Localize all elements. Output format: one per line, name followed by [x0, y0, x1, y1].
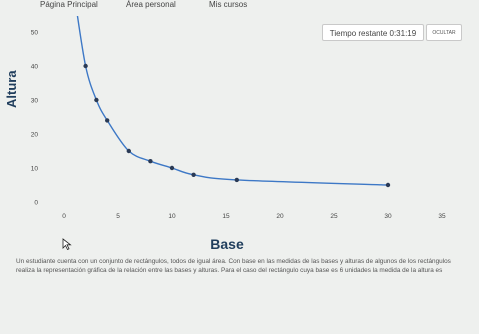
data-point: [105, 118, 110, 123]
x-tick-label: 15: [222, 213, 230, 220]
altura-base-chart: 0 5 10 15 20 25 30 35 0 10 20 30 40 50: [31, 16, 446, 220]
y-tick-label: 0: [34, 200, 38, 207]
data-point: [234, 177, 239, 183]
y-tick-label: 40: [31, 64, 39, 71]
x-axis-title: Base: [210, 236, 244, 252]
y-tick-label: 50: [31, 30, 39, 37]
y-tick-label: 30: [31, 98, 39, 105]
problem-text: Un estudiante cuenta con un conjunto de …: [16, 258, 451, 274]
data-point: [126, 148, 131, 154]
data-point: [94, 97, 99, 103]
data-point: [83, 63, 88, 69]
footer-faded-text: [34, 322, 74, 328]
x-tick-label: 5: [116, 213, 120, 220]
x-tick-label: 10: [168, 213, 176, 220]
x-tick-label: 20: [276, 213, 284, 220]
x-tick-label: 35: [438, 213, 446, 220]
series-line: [76, 16, 389, 186]
problem-statement: Un estudiante cuenta con un conjunto de …: [16, 258, 468, 275]
y-axis-title: Altura: [4, 70, 19, 108]
data-point: [191, 172, 196, 177]
y-tick-label: 10: [31, 166, 39, 173]
x-tick-label: 0: [62, 213, 66, 220]
data-point: [385, 182, 391, 188]
y-tick-label: 20: [31, 132, 39, 139]
x-tick-label: 30: [384, 213, 392, 220]
data-point: [148, 159, 153, 164]
x-tick-label: 25: [330, 213, 338, 220]
mouse-cursor-icon: [62, 238, 72, 250]
data-point: [169, 165, 175, 171]
